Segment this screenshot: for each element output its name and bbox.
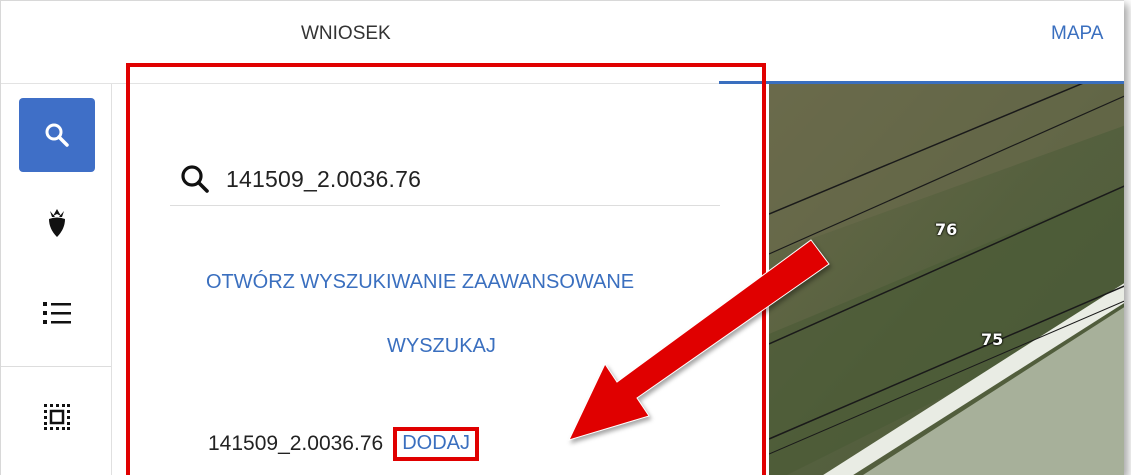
search-input[interactable]: 141509_2.0036.76: [226, 166, 421, 193]
sidebar-divider: [1, 366, 111, 367]
sidebar-search-button[interactable]: [19, 98, 95, 172]
parcel-label: 75: [981, 330, 1004, 349]
list-icon: [43, 302, 71, 324]
select-area-icon: [44, 404, 70, 430]
beet-icon: [49, 209, 65, 237]
search-result: 141509_2.0036.76 DODAJ: [208, 427, 479, 461]
tab-wniosek[interactable]: WNIOSEK: [301, 23, 391, 45]
add-button[interactable]: DODAJ: [393, 427, 479, 461]
sidebar-list-button[interactable]: [19, 276, 95, 350]
search-field[interactable]: 141509_2.0036.76: [170, 153, 720, 206]
pointer-arrow: [568, 239, 830, 441]
parcel-label: 76: [935, 220, 958, 239]
app-window: WNIOSEK MAPA 141509_2.0036.76 OTWÓRZ WYS…: [0, 0, 1124, 475]
sidebar-select-button[interactable]: [19, 380, 95, 454]
search-icon: [181, 165, 209, 193]
sidebar: [1, 84, 112, 475]
search-button[interactable]: WYSZUKAJ: [387, 335, 496, 358]
tab-mapa[interactable]: MAPA: [1051, 23, 1103, 45]
result-parcel-id: 141509_2.0036.76: [208, 432, 384, 455]
search-icon: [45, 123, 69, 147]
sidebar-crops-button[interactable]: [19, 186, 95, 260]
